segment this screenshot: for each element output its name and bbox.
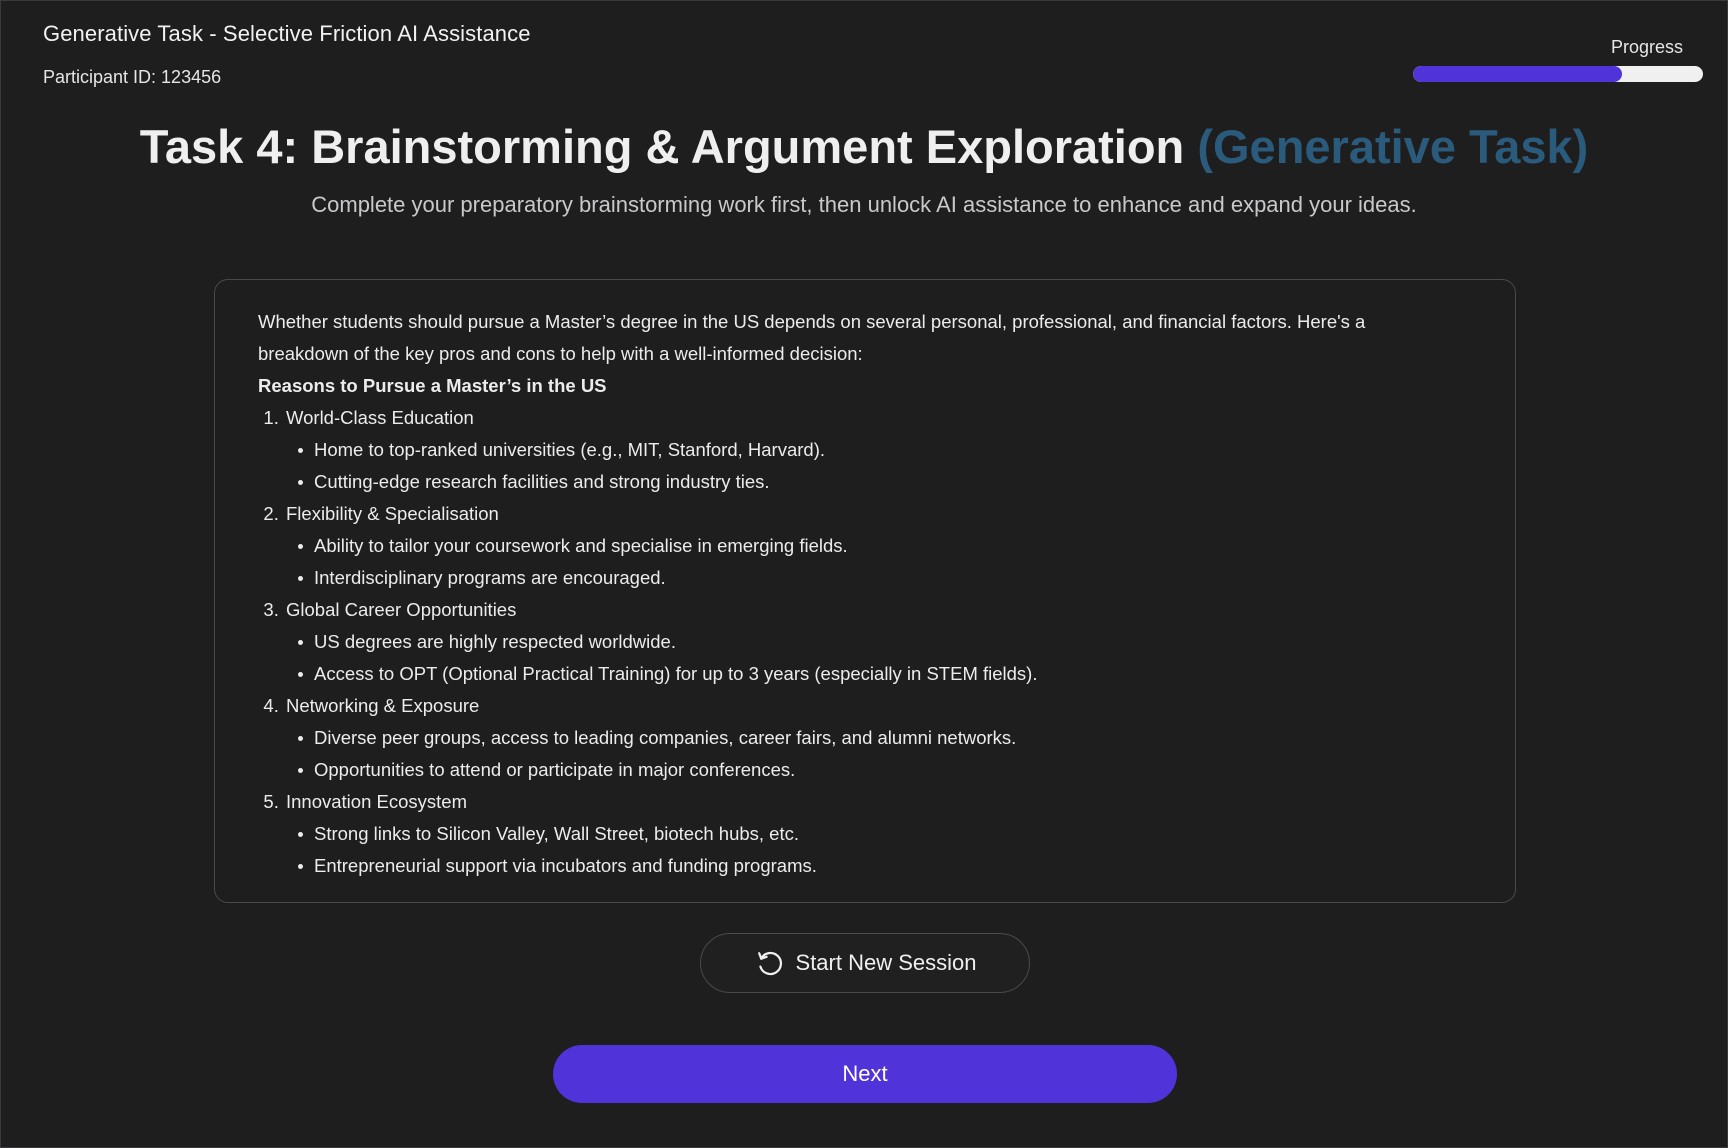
- response-intro: Whether students should pursue a Master’…: [258, 311, 1366, 364]
- reason-point: Cutting-edge research facilities and str…: [298, 466, 1472, 498]
- reason-title: Flexibility & Specialisation: [286, 503, 499, 524]
- progress-bar: [1413, 66, 1703, 82]
- page-title-accent: (Generative Task): [1197, 120, 1589, 173]
- reason-point: Entrepreneurial support via incubators a…: [298, 850, 1472, 882]
- response-section-heading: Reasons to Pursue a Master’s in the US: [258, 375, 607, 396]
- reason-point: Strong links to Silicon Valley, Wall Str…: [298, 818, 1472, 850]
- reason-item: Innovation Ecosystem Strong links to Sil…: [284, 786, 1472, 882]
- page-title: Task 4: Brainstorming & Argument Explora…: [1, 119, 1727, 174]
- reasons-list: World-Class Education Home to top-ranked…: [258, 402, 1472, 882]
- reason-title: Networking & Exposure: [286, 695, 480, 716]
- reason-title: World-Class Education: [286, 407, 474, 428]
- reason-item: Networking & Exposure Diverse peer group…: [284, 690, 1472, 786]
- task-header-title: Generative Task - Selective Friction AI …: [43, 21, 531, 46]
- reason-point: Diverse peer groups, access to leading c…: [298, 722, 1472, 754]
- reason-point: Access to OPT (Optional Practical Traini…: [298, 658, 1472, 690]
- reason-point: US degrees are highly respected worldwid…: [298, 626, 1472, 658]
- page-title-main: Task 4: Brainstorming & Argument Explora…: [139, 120, 1185, 173]
- progress-section: Progress: [1413, 37, 1703, 82]
- ai-response-panel: Whether students should pursue a Master’…: [214, 279, 1516, 903]
- reason-point: Ability to tailor your coursework and sp…: [298, 530, 1472, 562]
- page-subtitle: Complete your preparatory brainstorming …: [311, 192, 1417, 217]
- next-button[interactable]: Next: [553, 1045, 1177, 1103]
- reason-item: World-Class Education Home to top-ranked…: [284, 402, 1472, 498]
- reason-point: Home to top-ranked universities (e.g., M…: [298, 434, 1472, 466]
- app-frame: Generative Task - Selective Friction AI …: [0, 0, 1728, 1148]
- progress-label: Progress: [1610, 37, 1683, 57]
- reason-point: Opportunities to attend or participate i…: [298, 754, 1472, 786]
- participant-id: Participant ID: 123456: [43, 67, 222, 87]
- refresh-icon: [754, 947, 786, 979]
- reason-point: Interdisciplinary programs are encourage…: [298, 562, 1472, 594]
- reason-item: Global Career Opportunities US degrees a…: [284, 594, 1472, 690]
- start-new-session-button[interactable]: Start New Session: [700, 933, 1030, 993]
- start-new-session-label: Start New Session: [795, 950, 977, 975]
- reason-item: Flexibility & Specialisation Ability to …: [284, 498, 1472, 594]
- progress-bar-fill: [1413, 66, 1622, 82]
- reason-title: Innovation Ecosystem: [286, 791, 467, 812]
- reason-title: Global Career Opportunities: [286, 599, 517, 620]
